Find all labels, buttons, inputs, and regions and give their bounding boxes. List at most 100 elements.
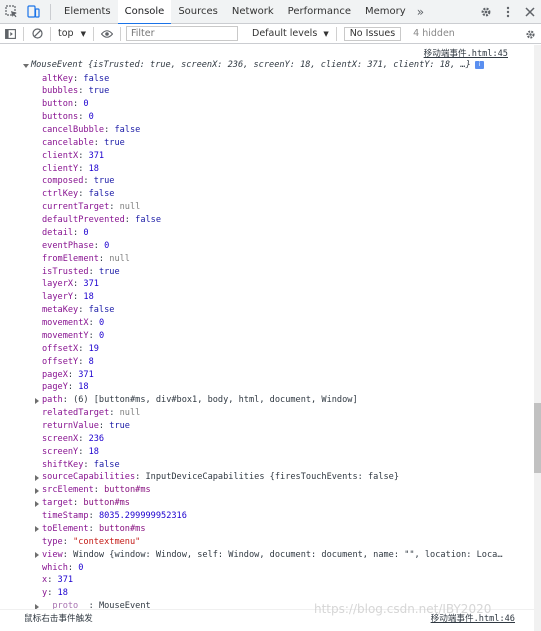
property-value: true xyxy=(109,420,130,431)
property-row: layerX: 371 xyxy=(42,278,99,291)
property-value: null xyxy=(119,408,141,419)
property-value: 371 xyxy=(78,369,94,380)
tab-memory[interactable]: Memory xyxy=(358,0,413,24)
property-key: currentTarget xyxy=(42,202,110,213)
tab-sources[interactable]: Sources xyxy=(171,0,225,24)
property-separator: : xyxy=(62,549,74,560)
property-key: isTrusted xyxy=(42,266,89,277)
property-value: 0 xyxy=(98,330,105,341)
property-row: shiftKey: false xyxy=(42,459,120,472)
property-separator: : xyxy=(78,446,89,457)
filter-input[interactable]: Filter xyxy=(126,26,238,41)
property-value: 0 xyxy=(88,112,94,123)
tabbar-right-actions xyxy=(475,0,541,24)
property-row: defaultPrevented: false xyxy=(42,214,161,227)
scrollbar-thumb[interactable] xyxy=(534,403,541,473)
sidebar-toggle-icon[interactable] xyxy=(0,23,20,45)
more-vertical-icon[interactable] xyxy=(497,1,519,23)
property-separator: : xyxy=(78,86,89,97)
property-key: view xyxy=(42,549,63,560)
property-value: InputDeviceCapabilities {firesTouchEvent… xyxy=(145,472,400,483)
property-separator: : xyxy=(67,369,79,380)
issues-button[interactable]: No Issues xyxy=(343,26,402,41)
property-value: 371 xyxy=(83,279,99,290)
log-levels-dropdown[interactable]: Default levels ▼ xyxy=(248,28,333,39)
close-icon[interactable] xyxy=(519,1,541,23)
property-value: 0 xyxy=(98,318,105,329)
property-key: toElement xyxy=(42,523,89,534)
property-row: button: 0 xyxy=(42,98,89,111)
property-value: button#ms xyxy=(104,485,151,496)
property-separator: : xyxy=(98,420,110,431)
toolbar-separator xyxy=(23,26,24,41)
property-key: screenX xyxy=(42,433,79,444)
property-row: buttons: 0 xyxy=(42,111,94,124)
settings-gear-icon[interactable] xyxy=(475,1,497,23)
property-row: fromElement: null xyxy=(42,253,130,266)
property-row[interactable]: target: button#ms xyxy=(42,497,130,510)
tab-network[interactable]: Network xyxy=(225,0,281,24)
inspect-element-icon[interactable] xyxy=(0,1,22,23)
expand-triangle-icon[interactable] xyxy=(35,500,39,507)
property-separator: : xyxy=(73,227,84,238)
property-key: ctrlKey xyxy=(42,189,79,200)
property-row: returnValue: true xyxy=(42,420,130,433)
property-row: screenY: 18 xyxy=(42,446,99,459)
property-separator: : xyxy=(67,382,79,393)
property-separator: : xyxy=(78,163,89,174)
expand-triangle-icon[interactable] xyxy=(35,526,39,533)
property-row: clientY: 18 xyxy=(42,163,99,176)
property-separator: : xyxy=(93,485,105,496)
property-value: "contextmenu" xyxy=(73,536,141,547)
property-row[interactable]: srcElement: button#ms xyxy=(42,484,151,497)
vertical-scrollbar[interactable] xyxy=(534,45,541,631)
expand-triangle-icon[interactable] xyxy=(35,474,39,481)
tab-performance[interactable]: Performance xyxy=(281,0,358,24)
property-value: false xyxy=(93,459,120,470)
object-class-name: MouseEvent xyxy=(31,60,83,70)
expand-triangle-icon[interactable] xyxy=(35,487,39,494)
property-row: pageX: 371 xyxy=(42,369,94,382)
property-key: defaultPrevented xyxy=(42,215,125,226)
object-summary[interactable]: MouseEvent {isTrusted: true, screenX: 23… xyxy=(31,59,484,72)
property-key: relatedTarget xyxy=(42,408,110,419)
property-separator: : xyxy=(73,292,84,303)
collapse-triangle-icon[interactable] xyxy=(23,64,29,68)
console-output: 移动端事件.html:45 MouseEvent {isTrusted: tru… xyxy=(0,45,534,631)
property-row: cancelable: true xyxy=(42,137,125,150)
property-row[interactable]: toElement: button#ms xyxy=(42,523,146,536)
property-key: layerX xyxy=(42,279,74,290)
device-toolbar-icon[interactable] xyxy=(22,1,44,23)
property-row: pageY: 18 xyxy=(42,381,89,394)
info-icon[interactable]: i xyxy=(474,60,484,69)
property-separator: : xyxy=(78,189,89,200)
property-row: cancelBubble: false xyxy=(42,124,140,137)
more-tabs-button[interactable]: » xyxy=(413,0,428,24)
clear-console-icon[interactable] xyxy=(27,23,47,45)
property-value: 8 xyxy=(88,356,94,367)
tab-console[interactable]: Console xyxy=(117,0,172,25)
toolbar-separator xyxy=(120,26,121,41)
property-value: Window {window: Window, self: Window, do… xyxy=(73,549,503,560)
console-toolbar: top ▼ Filter Default levels ▼ No Issues … xyxy=(0,24,541,44)
live-expression-eye-icon[interactable] xyxy=(97,23,117,45)
message-source-link[interactable]: 移动端事件.html:45 xyxy=(424,47,508,59)
property-separator: : xyxy=(73,498,84,509)
property-row[interactable]: path: (6) [button#ms, div#box1, body, ht… xyxy=(42,394,358,407)
context-selector[interactable]: top ▼ xyxy=(54,28,90,39)
property-value: 19 xyxy=(88,343,99,354)
devtools-tab-bar: Elements Console Sources Network Performance… xyxy=(0,0,541,25)
property-row: clientX: 371 xyxy=(42,150,104,163)
property-key: shiftKey xyxy=(42,459,84,470)
tab-elements[interactable]: Elements xyxy=(57,0,118,24)
property-row[interactable]: sourceCapabilities: InputDeviceCapabilit… xyxy=(42,471,399,484)
property-key: path xyxy=(42,395,63,406)
expand-triangle-icon[interactable] xyxy=(35,552,39,559)
property-key: layerY xyxy=(42,292,74,303)
property-key: button xyxy=(42,99,74,110)
expand-triangle-icon[interactable] xyxy=(35,397,39,404)
property-separator: : xyxy=(135,472,146,483)
console-settings-gear-icon[interactable] xyxy=(519,23,541,45)
property-row[interactable]: view: Window {window: Window, self: Wind… xyxy=(42,549,503,562)
property-key: srcElement xyxy=(42,485,94,496)
